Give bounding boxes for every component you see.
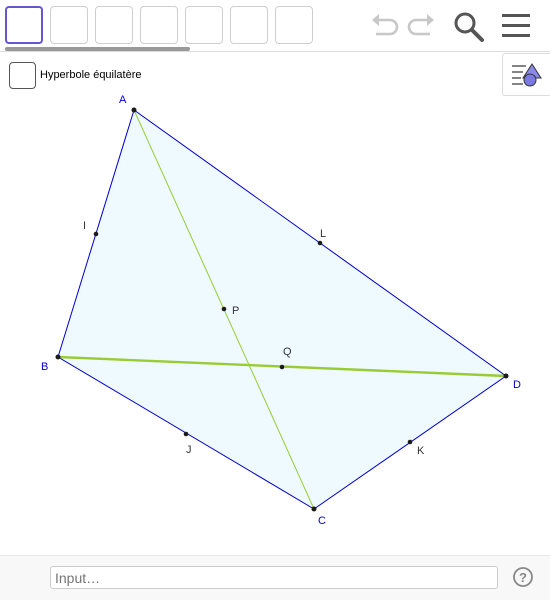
label-l: L (320, 228, 326, 240)
point-p[interactable] (221, 306, 227, 312)
svg-text:?: ? (519, 570, 527, 585)
toolbar-scroll-indicator (5, 47, 190, 51)
tool-slot-1[interactable] (5, 6, 43, 44)
label-p: P (232, 305, 239, 317)
tool-slot-2[interactable] (50, 6, 88, 44)
point-j[interactable] (183, 431, 189, 437)
point-c[interactable] (311, 506, 317, 512)
help-icon[interactable]: ? (512, 566, 534, 588)
tool-slot-7[interactable] (275, 6, 313, 44)
label-i: I (83, 220, 86, 232)
redo-icon[interactable] (404, 12, 438, 42)
point-b[interactable] (55, 354, 61, 360)
geometry-canvas[interactable]: A B C D I J K L P Q (0, 52, 550, 555)
point-i[interactable] (93, 231, 99, 237)
point-k[interactable] (407, 439, 413, 445)
menu-icon[interactable] (500, 12, 532, 40)
input-bar (0, 555, 550, 600)
label-d: D (513, 379, 521, 391)
point-q[interactable] (279, 364, 285, 370)
tool-slot-5[interactable] (185, 6, 223, 44)
search-icon[interactable] (452, 10, 486, 44)
label-c: C (318, 515, 326, 527)
point-d[interactable] (503, 373, 509, 379)
label-j: J (186, 444, 192, 456)
point-a[interactable] (131, 107, 137, 113)
tool-slot-4[interactable] (140, 6, 178, 44)
label-a: A (119, 94, 127, 106)
quadrilateral-abdc[interactable] (57, 109, 507, 510)
tool-slot-6[interactable] (230, 6, 268, 44)
command-input[interactable] (50, 566, 498, 589)
point-l[interactable] (317, 240, 323, 246)
tool-slot-3[interactable] (95, 6, 133, 44)
label-b: B (41, 361, 48, 373)
label-q: Q (283, 346, 292, 358)
undo-icon[interactable] (368, 12, 402, 42)
label-k: K (417, 445, 425, 457)
toolbar (0, 0, 550, 52)
